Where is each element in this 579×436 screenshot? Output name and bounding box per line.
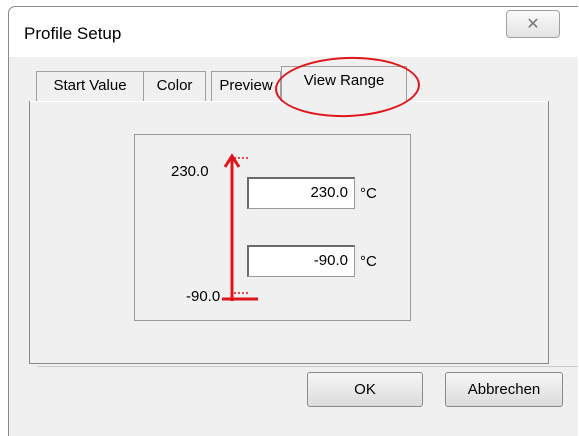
dialog-divider <box>37 366 578 367</box>
close-button[interactable]: ✕ <box>506 10 560 38</box>
max-value-input[interactable]: 230.0 <box>247 177 355 209</box>
dialog-title: Profile Setup <box>24 24 122 43</box>
tab-start-value[interactable]: Start Value <box>36 71 144 101</box>
tab-color[interactable]: Color <box>143 71 206 101</box>
max-range-label: 230.0 <box>171 163 209 180</box>
title-bar[interactable]: Profile Setup ✕ <box>9 7 578 57</box>
close-icon: ✕ <box>526 16 540 33</box>
ok-button[interactable]: OK <box>307 372 423 407</box>
tab-preview[interactable]: Preview <box>211 71 281 101</box>
min-unit-label: °C <box>360 253 377 270</box>
min-value-input[interactable]: -90.0 <box>247 245 355 277</box>
min-range-label: -90.0 <box>186 288 221 305</box>
view-range-group: 230.0 -90.0 230.0 °C -90.0 °C <box>134 134 411 321</box>
max-unit-label: °C <box>360 185 377 202</box>
cancel-button[interactable]: Abbrechen <box>445 372 563 407</box>
